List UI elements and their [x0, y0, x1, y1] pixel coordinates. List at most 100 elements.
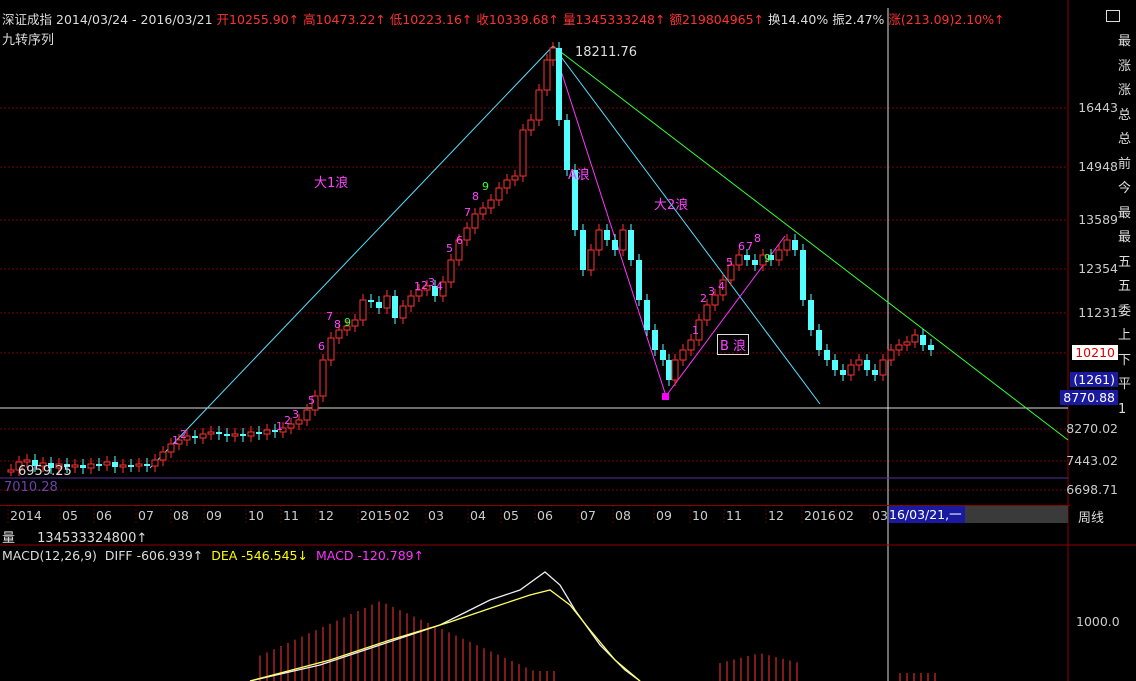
candle-body — [920, 335, 926, 345]
trough-marker — [662, 393, 669, 400]
candle-body — [792, 240, 798, 250]
waveB-label: B 浪 — [717, 334, 750, 355]
candlestick-chart[interactable]: 1 21 2 35678 91 2 3 456789123 456 789 — [0, 0, 1136, 681]
time-axis: 2014 05 06 07 08 09 10 11 12 2015 02 03 04 05 06 07 08 09… — [0, 505, 1104, 526]
candle-body — [832, 360, 838, 370]
candle-body — [447, 259, 455, 283]
candle-body — [687, 339, 695, 351]
candle-body — [359, 299, 367, 321]
time-tick-label: 09 — [206, 508, 222, 523]
candle-body — [666, 360, 672, 380]
macd-name[interactable]: MACD(12,26,9) — [2, 548, 97, 563]
time-tick-label: 11 — [283, 508, 299, 523]
price-axis-label: 12354 — [1078, 261, 1118, 276]
candle-body — [840, 370, 846, 375]
nine-turn-digit: 8 — [472, 190, 479, 203]
candle-body — [392, 296, 398, 318]
nine-turn-digit: 1 — [692, 324, 699, 337]
low-value-label: 6959.25 — [18, 464, 72, 479]
waveA-label: A浪 — [568, 168, 590, 183]
macd-value: MACD -120.789↑ — [315, 548, 425, 563]
candle-body — [744, 255, 750, 260]
time-tick-label: 11 — [726, 508, 742, 523]
candle-body — [808, 300, 814, 330]
time-tick-label: 08 — [615, 508, 631, 523]
wave-lines — [149, 45, 1069, 469]
candle-body — [855, 359, 863, 366]
macd-diff: DIFF -606.939↑ — [104, 548, 204, 563]
candle-body — [824, 350, 830, 360]
macd-dea: DEA -546.545↓ — [211, 548, 308, 563]
nine-turn-digit: 7 — [464, 206, 471, 219]
nine-turn-digit: 7 — [326, 310, 333, 323]
nine-turn-digit: 5 — [308, 394, 315, 407]
candle-body — [7, 469, 15, 473]
time-tick-label: 2015 — [360, 508, 392, 523]
time-tick-label: 05 — [62, 508, 78, 523]
candle-body — [652, 330, 658, 350]
candle-body — [199, 433, 207, 439]
price-axis-label: (1261) — [1070, 372, 1118, 387]
candle-body — [549, 47, 557, 61]
time-shade — [965, 506, 1068, 523]
candle-body — [247, 431, 255, 437]
price-axis-label: 7443.02 — [1066, 453, 1118, 468]
wave1-label: 大1浪 — [314, 176, 349, 191]
candle-body — [495, 187, 503, 201]
time-tick-label: 08 — [173, 508, 189, 523]
candle-body — [144, 464, 150, 466]
price-axis-label: 16443 — [1078, 100, 1118, 115]
nine-turn-digit: 8 — [334, 318, 341, 331]
time-tick-label: 02 — [838, 508, 854, 523]
candle-body — [487, 199, 495, 209]
time-cursor-label: 16/03/21,一 — [889, 506, 965, 523]
price-axis-label: 14948 — [1078, 159, 1118, 174]
candle-body — [240, 434, 246, 436]
time-tick-label: 07 — [138, 508, 154, 523]
candle-body — [407, 295, 415, 307]
candle-body — [556, 48, 562, 120]
time-tick-label: 10 — [248, 508, 264, 523]
candle-body — [879, 359, 887, 376]
nine-turn-digit: 6 — [738, 240, 745, 253]
nine-turn-digit: 7 — [746, 240, 753, 253]
nine-turn-digit: 9 — [482, 180, 489, 193]
candle-body — [903, 341, 911, 346]
candle-body — [335, 329, 343, 339]
time-tick-label: 02 — [394, 508, 410, 523]
candle-body — [511, 175, 519, 181]
candle-body — [895, 344, 903, 351]
time-tick-label: 05 — [503, 508, 519, 523]
nine-turn-digit: 8 — [754, 232, 761, 245]
candle-body — [911, 334, 919, 343]
time-tick-label: 03 — [428, 508, 444, 523]
candle-body — [256, 432, 262, 434]
candle-body — [319, 359, 327, 397]
candle-body — [679, 349, 687, 361]
time-tick-label: 12 — [318, 508, 334, 523]
candle-body — [800, 250, 806, 300]
candle-body — [119, 464, 127, 468]
macd-panel-header: MACD(12,26,9) DIFF -606.939↑ DEA -546.54… — [2, 548, 424, 563]
nine-turn-digit: 1 — [414, 280, 421, 293]
candle-body — [872, 370, 878, 375]
wave1-line — [149, 45, 554, 469]
candle-body — [87, 463, 95, 469]
candle-body — [928, 345, 934, 350]
candle-body — [519, 129, 527, 177]
candles — [7, 42, 934, 476]
candle-body — [128, 465, 134, 467]
candle-body — [376, 302, 382, 308]
candle-body — [604, 230, 610, 240]
nine-turn-digit: 6 — [456, 234, 463, 247]
nine-turn-digit: 1 — [276, 420, 283, 433]
candle-body — [564, 120, 570, 170]
candle-body — [263, 429, 271, 435]
candle-body — [847, 364, 855, 376]
price-axis-label: 13589 — [1078, 212, 1118, 227]
period-label[interactable]: 周线 — [1078, 507, 1104, 526]
nine-turn-digit: 9 — [764, 252, 771, 265]
candle-body — [580, 230, 586, 270]
low-value-label-2: 7010.28 — [4, 480, 58, 495]
candle-body — [735, 254, 743, 266]
